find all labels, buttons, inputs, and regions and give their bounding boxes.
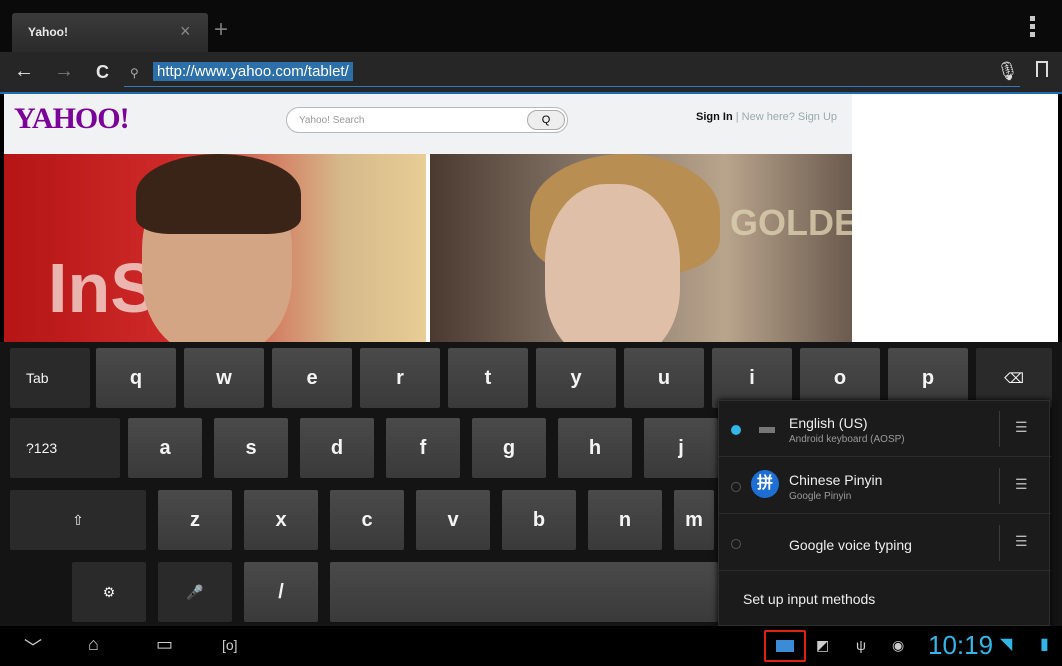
tab-bar: Yahoo! × + <box>0 0 1062 52</box>
key-m[interactable]: m <box>674 490 714 550</box>
key-?123[interactable]: ?123 <box>10 418 120 478</box>
forward-icon[interactable]: → <box>54 60 74 83</box>
input-method-picker: English (US) Android keyboard (AOSP) ☰ 拼… <box>718 400 1051 626</box>
tab-yahoo[interactable]: Yahoo! × <box>12 13 208 52</box>
yahoo-logo[interactable]: YAHOO! <box>14 102 130 136</box>
search-placeholder: Yahoo! Search <box>299 115 365 126</box>
key-⌫[interactable]: ⌫ <box>976 348 1052 408</box>
overflow-menu-icon[interactable] <box>1030 16 1036 40</box>
home-icon[interactable]: ⌂ <box>88 634 99 655</box>
reload-icon[interactable]: C <box>96 62 109 83</box>
key-n[interactable]: n <box>588 490 662 550</box>
settings-sliders-icon[interactable]: ☰ <box>1015 476 1027 493</box>
key-q[interactable]: q <box>96 348 176 408</box>
key-u[interactable]: u <box>624 348 704 408</box>
ime-name: Google voice typing <box>789 537 912 553</box>
key-⚙[interactable]: ⚙ <box>72 562 146 622</box>
key-y[interactable]: y <box>536 348 616 408</box>
pinyin-icon: 拼 <box>751 470 779 498</box>
key-p[interactable]: p <box>888 348 968 408</box>
ime-name: English (US) <box>789 415 868 431</box>
setup-input-methods[interactable]: Set up input methods <box>743 591 875 607</box>
recent-apps-icon[interactable]: ▭ <box>156 634 173 655</box>
hide-keyboard-icon[interactable]: ﹀ <box>24 634 42 660</box>
url-input[interactable]: http://www.yahoo.com/tablet/ <box>153 62 353 81</box>
key-s[interactable]: s <box>214 418 288 478</box>
key-t[interactable]: t <box>448 348 528 408</box>
key-d[interactable]: d <box>300 418 374 478</box>
search-button[interactable]: Q <box>527 110 565 130</box>
new-tab-icon[interactable]: + <box>214 16 228 44</box>
yahoo-header: YAHOO! Yahoo! Search Q Sign In | New her… <box>4 94 852 154</box>
key-z[interactable]: z <box>158 490 232 550</box>
settings-sliders-icon[interactable]: ☰ <box>1015 419 1027 436</box>
key-i[interactable]: i <box>712 348 792 408</box>
settings-sliders-icon[interactable]: ☰ <box>1015 533 1027 550</box>
android-icon: ◉ <box>892 637 905 653</box>
usb-icon: ψ <box>856 637 866 653</box>
yahoo-search-input[interactable]: Yahoo! Search Q <box>286 107 568 133</box>
sign-up-link[interactable]: New here? Sign Up <box>742 111 837 123</box>
news-photo-1[interactable]: InStyle <box>4 154 426 342</box>
clock: 10:19 <box>928 630 994 660</box>
radio-unselected[interactable] <box>731 482 741 492</box>
back-icon[interactable]: ← <box>14 60 34 83</box>
news-photo-2[interactable]: GOLDE <box>430 154 852 342</box>
key-g[interactable]: g <box>472 418 546 478</box>
key-space[interactable] <box>330 562 718 622</box>
signin-separator: | <box>735 111 739 123</box>
key-/[interactable]: / <box>244 562 318 622</box>
search-icon: ⚲ <box>130 66 139 80</box>
battery-icon: ▮ <box>1040 636 1049 653</box>
radio-unselected[interactable] <box>731 539 741 549</box>
key-j[interactable]: j <box>644 418 718 478</box>
url-underline <box>124 86 1020 87</box>
key-o[interactable]: o <box>800 348 880 408</box>
tab-title: Yahoo! <box>28 25 69 39</box>
gallery-icon: ◩ <box>816 637 830 653</box>
sign-in-link[interactable]: Sign In <box>696 111 733 123</box>
ime-voice[interactable]: Google voice typing ☰ <box>719 515 1051 571</box>
key-v[interactable]: v <box>416 490 490 550</box>
key-r[interactable]: r <box>360 348 440 408</box>
key-f[interactable]: f <box>386 418 460 478</box>
close-tab-icon[interactable]: × <box>180 21 191 42</box>
system-nav-bar: ﹀ ⌂ ▭ [o] ◩ ψ ◉ 10:19 ◥ ▮ <box>0 626 1062 666</box>
ime-sub: Android keyboard (AOSP) <box>789 434 905 445</box>
ime-pinyin[interactable]: 拼 Chinese Pinyin Google Pinyin ☰ <box>719 458 1051 514</box>
keyboard-icon <box>759 427 775 433</box>
key-c[interactable]: c <box>330 490 404 550</box>
key-🎤[interactable]: 🎤 <box>158 562 232 622</box>
screenshot-icon[interactable]: [o] <box>222 637 238 653</box>
key-h[interactable]: h <box>558 418 632 478</box>
key-⇧[interactable]: ⇧ <box>10 490 146 550</box>
key-w[interactable]: w <box>184 348 264 408</box>
radio-selected[interactable] <box>731 425 741 435</box>
ime-sub: Google Pinyin <box>789 491 852 502</box>
photo2-text: GOLDE <box>730 202 852 243</box>
voice-search-icon[interactable]: 🎙 <box>996 61 1019 82</box>
key-a[interactable]: a <box>128 418 202 478</box>
key-Tab[interactable]: Tab <box>10 348 90 408</box>
ime-english[interactable]: English (US) Android keyboard (AOSP) ☰ <box>719 401 1051 457</box>
key-b[interactable]: b <box>502 490 576 550</box>
key-x[interactable]: x <box>244 490 318 550</box>
sign-in-area: Sign In | New here? Sign Up <box>696 111 837 123</box>
wifi-icon: ◥ <box>1000 636 1013 653</box>
url-bar: ← → C ⚲ http://www.yahoo.com/tablet/ 🎙 <box>0 52 1062 94</box>
keyboard-notification-icon[interactable] <box>764 630 806 662</box>
key-e[interactable]: e <box>272 348 352 408</box>
web-page: YAHOO! Yahoo! Search Q Sign In | New her… <box>4 94 1058 342</box>
ime-name: Chinese Pinyin <box>789 472 883 488</box>
bookmark-icon[interactable] <box>1036 61 1048 77</box>
